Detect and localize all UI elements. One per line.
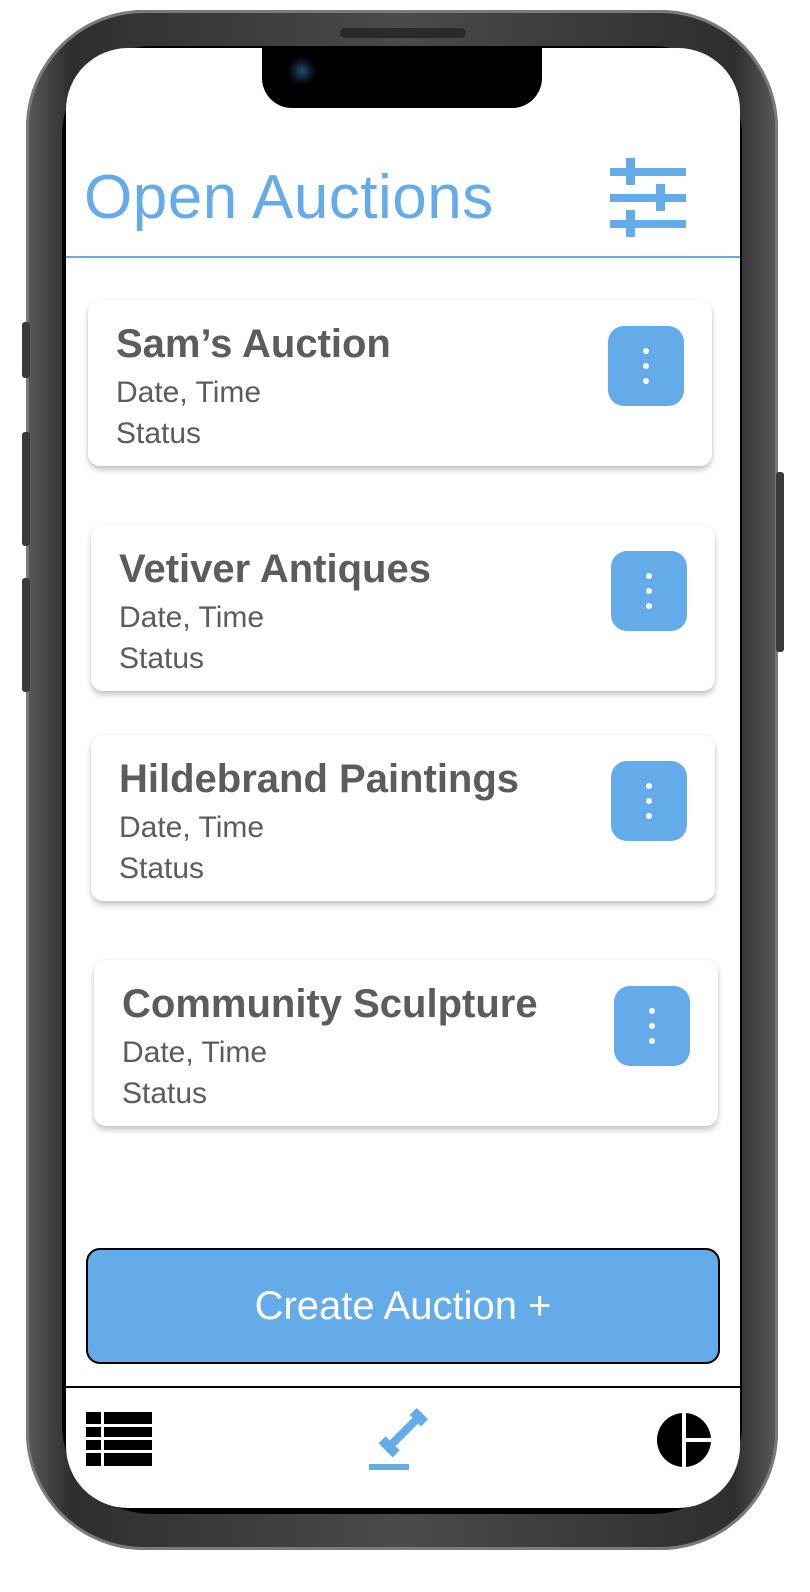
more-options-button[interactable] xyxy=(608,326,684,406)
auction-name: Vetiver Antiques xyxy=(119,547,431,591)
auction-status: Status xyxy=(119,642,205,675)
auction-datetime: Date, Time xyxy=(119,601,265,634)
filter-button[interactable] xyxy=(608,158,692,240)
power-button xyxy=(776,472,784,652)
volume-down-button xyxy=(22,578,30,692)
auction-name: Sam’s Auction xyxy=(116,322,391,366)
mute-switch xyxy=(22,322,30,378)
auction-card[interactable]: Community Sculpture Date, Time Status xyxy=(94,960,718,1126)
auction-name: Hildebrand Paintings xyxy=(119,757,520,801)
auction-card[interactable]: Sam’s Auction Date, Time Status xyxy=(88,300,712,466)
gavel-icon xyxy=(369,1407,429,1470)
auction-name: Community Sculpture xyxy=(122,982,538,1026)
more-options-button[interactable] xyxy=(614,986,690,1066)
volume-up-button xyxy=(22,432,30,546)
nav-item-stats[interactable] xyxy=(656,1412,712,1468)
pie-chart-icon xyxy=(657,1413,712,1467)
list-icon xyxy=(86,1412,152,1466)
auction-datetime: Date, Time xyxy=(122,1036,268,1069)
sliders-icon xyxy=(610,158,686,237)
bottom-nav xyxy=(66,1386,740,1508)
page-title: Open Auctions xyxy=(84,163,494,232)
front-camera xyxy=(287,56,317,86)
earpiece-speaker xyxy=(340,28,466,38)
nav-item-auctions[interactable] xyxy=(366,1402,436,1474)
auction-datetime: Date, Time xyxy=(119,811,265,844)
auction-card[interactable]: Hildebrand Paintings Date, Time Status xyxy=(91,735,715,901)
more-options-button[interactable] xyxy=(611,551,687,631)
auction-datetime: Date, Time xyxy=(116,376,262,409)
auction-card[interactable]: Vetiver Antiques Date, Time Status xyxy=(91,525,715,691)
auction-status: Status xyxy=(122,1077,208,1110)
nav-item-list[interactable] xyxy=(86,1412,152,1466)
create-auction-button[interactable]: Create Auction + xyxy=(86,1248,720,1364)
auction-status: Status xyxy=(119,852,205,885)
more-options-button[interactable] xyxy=(611,761,687,841)
auction-status: Status xyxy=(116,417,202,450)
screen: Open Auctions Sam’s Auction Date, Time S… xyxy=(66,48,740,1508)
